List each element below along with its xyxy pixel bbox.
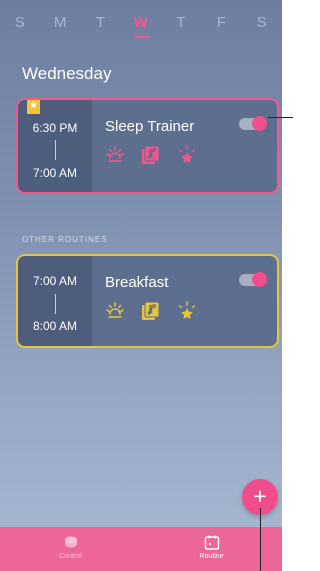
day-saturday[interactable]: S	[250, 14, 274, 31]
day-wednesday[interactable]: W	[129, 14, 153, 38]
sun-icon	[104, 144, 126, 166]
start-time: 7:00 AM	[32, 274, 78, 288]
day-tuesday[interactable]: T	[89, 14, 113, 31]
start-time: 6:30 PM	[32, 121, 78, 135]
routine-toggle[interactable]	[239, 272, 267, 287]
control-icon	[63, 534, 79, 550]
routine-time-range: ★ 6:30 PM 7:00 AM	[18, 100, 92, 192]
tab-control[interactable]: Control	[0, 527, 141, 571]
bottom-tab-bar: Control Routine	[0, 527, 282, 571]
end-time: 7:00 AM	[32, 166, 78, 180]
callout-line-fab	[260, 508, 261, 571]
page-title: Wednesday	[22, 64, 112, 83]
end-time: 8:00 AM	[32, 319, 78, 333]
tab-label: Control	[59, 553, 82, 560]
time-divider	[55, 140, 56, 160]
week-day-selector: S M T W T F S	[0, 14, 282, 38]
calendar-icon	[204, 534, 220, 550]
day-thursday[interactable]: T	[169, 14, 193, 31]
toggle-knob	[252, 116, 267, 131]
day-friday[interactable]: F	[210, 14, 234, 31]
sun-icon	[104, 300, 126, 322]
music-note-icon	[140, 144, 162, 166]
routine-name: Sleep Trainer	[105, 118, 195, 135]
routine-card-breakfast[interactable]: 7:00 AM 8:00 AM Breakfast	[16, 254, 279, 348]
music-note-icon	[140, 300, 162, 322]
favorite-star-icon: ★	[27, 100, 40, 114]
toggle-knob	[252, 272, 267, 287]
routine-screen: S M T W T F S Wednesday ★ 6:30 PM 7:00 A…	[0, 0, 282, 571]
callout-line-toggle	[268, 117, 293, 118]
routine-time-range: 7:00 AM 8:00 AM	[18, 256, 92, 346]
routine-toggle[interactable]	[239, 116, 267, 131]
sparkle-star-icon	[176, 300, 198, 322]
sparkle-star-icon	[176, 144, 198, 166]
routine-card-sleep-trainer[interactable]: ★ 6:30 PM 7:00 AM Sleep Trainer	[16, 98, 279, 194]
time-divider	[55, 294, 56, 314]
routine-name: Breakfast	[105, 274, 169, 291]
section-label-other-routines: OTHER ROUTINES	[22, 235, 108, 244]
day-monday[interactable]: M	[48, 14, 72, 31]
day-sunday[interactable]: S	[8, 14, 32, 31]
